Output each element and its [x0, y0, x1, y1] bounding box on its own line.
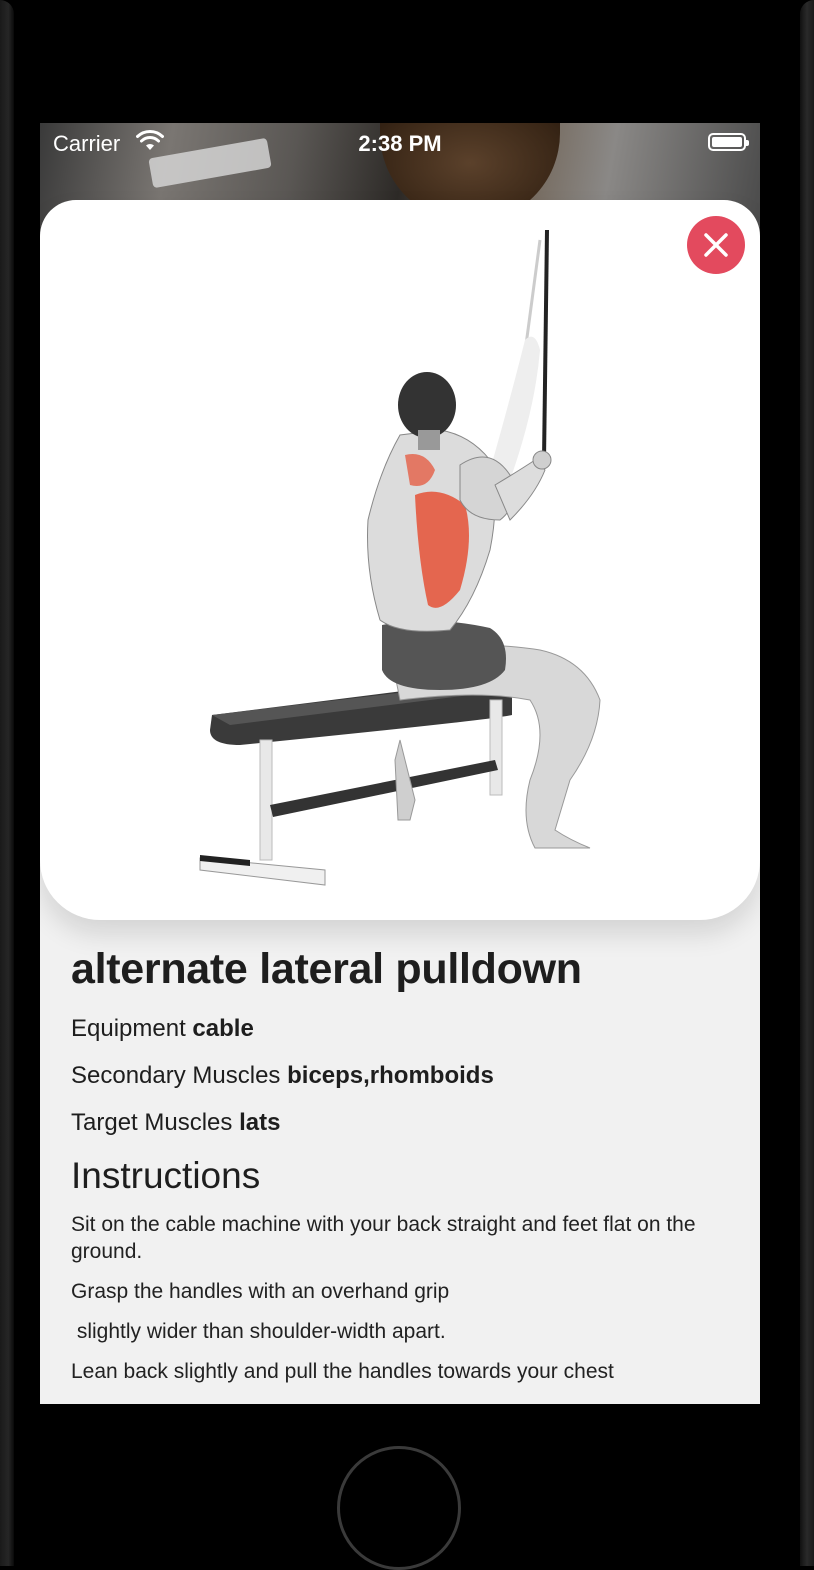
equipment-row: Equipment cable [71, 1014, 731, 1043]
target-muscles-label: Target Muscles [71, 1109, 233, 1136]
instruction-step: Sit on the cable machine with your back … [71, 1213, 696, 1263]
instruction-step: Grasp the handles with an overhand grip [71, 1280, 450, 1303]
exercise-image-card [40, 200, 760, 920]
secondary-muscles-label: Secondary Muscles [71, 1062, 281, 1089]
exercise-title: alternate lateral pulldown [71, 945, 582, 993]
instruction-step: Lean back slightly and pull the handles … [71, 1360, 614, 1383]
app-screen: Carrier 2:38 PM alternate lateral pulldo… [40, 123, 760, 1404]
status-time: 2:38 PM [358, 131, 442, 156]
battery-icon [708, 133, 749, 151]
device-bezel-right [800, 0, 814, 1566]
secondary-muscles-value: biceps,rhomboids [287, 1062, 494, 1089]
instructions-title: Instructions [71, 1155, 261, 1196]
status-bar: Carrier 2:38 PM [40, 123, 760, 163]
equipment-label: Equipment [71, 1015, 186, 1042]
target-muscles-row: Target Muscles lats [71, 1108, 731, 1137]
equipment-value: cable [192, 1015, 254, 1042]
device-bezel-left [0, 0, 14, 1566]
exercise-details: alternate lateral pulldown Equipment cab… [71, 945, 731, 1398]
instruction-step: slightly wider than shoulder-width apart… [71, 1320, 446, 1343]
exercise-illustration [199, 229, 601, 886]
home-button[interactable] [337, 1446, 461, 1570]
close-icon [704, 233, 728, 257]
device-frame: Carrier 2:38 PM alternate lateral pulldo… [0, 0, 814, 1570]
target-muscles-value: lats [239, 1109, 281, 1136]
secondary-muscles-row: Secondary Muscles biceps,rhomboids [71, 1061, 731, 1090]
close-button[interactable] [687, 216, 745, 274]
